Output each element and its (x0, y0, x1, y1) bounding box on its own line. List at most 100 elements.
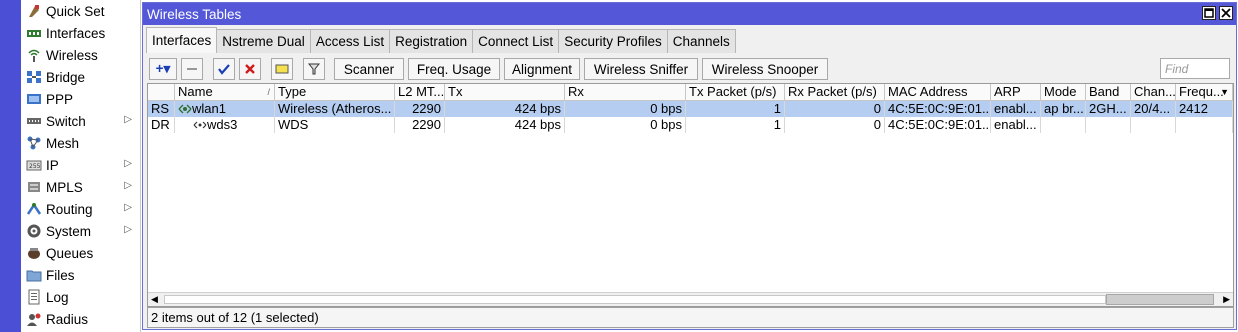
row-tx: 424 bps (445, 117, 565, 133)
tab-security-profiles[interactable]: Security Profiles (558, 29, 668, 53)
sidebar-item-radius[interactable]: Radius (21, 308, 140, 330)
table-row[interactable]: RS wlan1 Wireless (Atheros... 2290 424 b… (148, 101, 1233, 117)
row-type: WDS (275, 117, 395, 133)
close-icon (1221, 8, 1231, 18)
sidebar-item-label: Routing (46, 201, 93, 217)
row-band: 2GH... (1086, 101, 1131, 117)
column-header-rx-packet[interactable]: Rx Packet (p/s) (785, 84, 885, 101)
window-titlebar[interactable]: Wireless Tables (143, 3, 1236, 25)
column-menu-icon[interactable]: ▼ (1220, 84, 1229, 100)
row-frequency: 2412 (1176, 101, 1233, 117)
row-rx-packet: 0 (785, 117, 885, 133)
sidebar-item-label: System (46, 223, 92, 239)
find-input[interactable]: Find (1160, 58, 1230, 79)
scroll-right-icon[interactable]: ▶ (1223, 294, 1230, 305)
enable-button[interactable] (213, 58, 235, 80)
sidebar-item-label: Wireless (46, 47, 98, 63)
disable-button[interactable] (239, 58, 261, 80)
sidebar-item-queues[interactable]: Queues (21, 242, 140, 264)
sidebar-item-wireless[interactable]: Wireless (21, 44, 140, 66)
row-arp: enabl... (991, 101, 1041, 117)
column-header-mac-address[interactable]: MAC Address (885, 84, 991, 101)
column-header-l2mtu[interactable]: L2 MT... (395, 84, 445, 101)
tab-access-list[interactable]: Access List (309, 29, 391, 53)
sidebar-item-files[interactable]: Files (21, 264, 140, 286)
freq-usage-button[interactable]: Freq. Usage (408, 58, 500, 80)
wireless-icon (25, 47, 42, 64)
system-icon (25, 223, 42, 240)
sidebar-item-ppp[interactable]: PPP (21, 88, 140, 110)
scrollbar-track[interactable] (164, 295, 1106, 304)
sidebar-item-mesh[interactable]: Mesh (21, 132, 140, 154)
column-header-channel[interactable]: Chan... (1131, 84, 1176, 101)
tab-interfaces[interactable]: Interfaces (146, 27, 218, 53)
column-header-arp[interactable]: ARP (991, 84, 1041, 101)
x-icon (245, 64, 255, 74)
sidebar-item-label: Mesh (46, 135, 80, 151)
sort-indicator-icon: / (267, 87, 270, 97)
column-header-label: Frequ... (1179, 84, 1224, 99)
sidebar-item-routing[interactable]: Routing ▷ (21, 198, 140, 220)
sidebar-item-log[interactable]: Log (21, 286, 140, 308)
submenu-arrow-icon: ▷ (124, 114, 132, 125)
log-icon (25, 289, 42, 306)
column-header-name[interactable]: Name / (175, 84, 275, 101)
maximize-button[interactable] (1202, 6, 1216, 20)
scanner-button[interactable]: Scanner (334, 58, 404, 80)
column-header-mode[interactable]: Mode (1041, 84, 1086, 101)
horizontal-scrollbar[interactable]: ◀ ▶ (148, 292, 1233, 306)
comment-button[interactable] (271, 58, 293, 80)
files-icon (25, 267, 42, 284)
column-header-band[interactable]: Band (1086, 84, 1131, 101)
quick-set-icon (25, 3, 42, 20)
sidebar-item-label: MPLS (46, 179, 83, 195)
left-strip (0, 0, 21, 332)
sidebar-item-label: Interfaces (46, 25, 106, 41)
row-arp: enabl... (991, 117, 1041, 133)
column-header-tx[interactable]: Tx (445, 84, 565, 101)
toolbar: +▾ Scanner Freq. Usage Alignment Wireles… (147, 56, 1233, 80)
add-button[interactable]: +▾ (149, 58, 177, 80)
sidebar-item-label: Log (46, 289, 69, 305)
row-name-text: wds3 (207, 117, 238, 132)
sidebar: Quick Set Interfaces Wireless Bridge PPP… (21, 0, 141, 332)
table-row[interactable]: DR wds3 WDS 2290 424 bps 0 bps 1 0 4C:5E… (148, 117, 1233, 133)
interfaces-table: Name / Type L2 MT... Tx Rx Tx Packet (p/… (147, 83, 1234, 307)
wireless-interface-icon (178, 104, 192, 114)
column-header-flags[interactable] (148, 84, 175, 101)
alignment-button[interactable]: Alignment (504, 58, 580, 80)
sidebar-item-ip[interactable]: 255 IP ▷ (21, 154, 140, 176)
wireless-tables-window: Wireless Tables Interfaces Nstreme Dual … (142, 2, 1237, 330)
sidebar-item-label: Quick Set (46, 3, 105, 19)
sidebar-item-bridge[interactable]: Bridge (21, 66, 140, 88)
column-header-tx-packet[interactable]: Tx Packet (p/s) (686, 84, 785, 101)
row-mode (1041, 117, 1086, 133)
tab-registration[interactable]: Registration (389, 29, 474, 53)
sidebar-item-label: Bridge (46, 69, 86, 85)
sidebar-item-label: Switch (46, 113, 86, 129)
tab-nstreme-dual[interactable]: Nstreme Dual (216, 29, 311, 53)
row-mode: ap br... (1041, 101, 1086, 117)
row-name-text: wlan1 (192, 101, 226, 116)
sidebar-item-quick-set[interactable]: Quick Set (21, 0, 140, 22)
row-name: wds3 (175, 117, 275, 133)
column-header-type[interactable]: Type (275, 84, 395, 101)
tab-connect-list[interactable]: Connect List (472, 29, 560, 53)
wireless-sniffer-button[interactable]: Wireless Sniffer (584, 58, 698, 80)
close-button[interactable] (1219, 6, 1233, 20)
wireless-snooper-button[interactable]: Wireless Snooper (702, 58, 828, 80)
row-rx: 0 bps (565, 101, 686, 117)
sidebar-item-mpls[interactable]: MPLS ▷ (21, 176, 140, 198)
sidebar-item-interfaces[interactable]: Interfaces (21, 22, 140, 44)
column-header-frequency[interactable]: Frequ... ▼ (1176, 84, 1233, 101)
row-l2mtu: 2290 (395, 101, 445, 117)
scrollbar-thumb[interactable] (1106, 294, 1214, 305)
sidebar-item-switch[interactable]: Switch ▷ (21, 110, 140, 132)
remove-button[interactable] (181, 58, 203, 80)
scroll-left-icon[interactable]: ◀ (151, 294, 158, 305)
filter-button[interactable] (303, 58, 325, 80)
sidebar-item-system[interactable]: System ▷ (21, 220, 140, 242)
mpls-icon (25, 179, 42, 196)
column-header-rx[interactable]: Rx (565, 84, 686, 101)
tab-channels[interactable]: Channels (666, 29, 736, 53)
